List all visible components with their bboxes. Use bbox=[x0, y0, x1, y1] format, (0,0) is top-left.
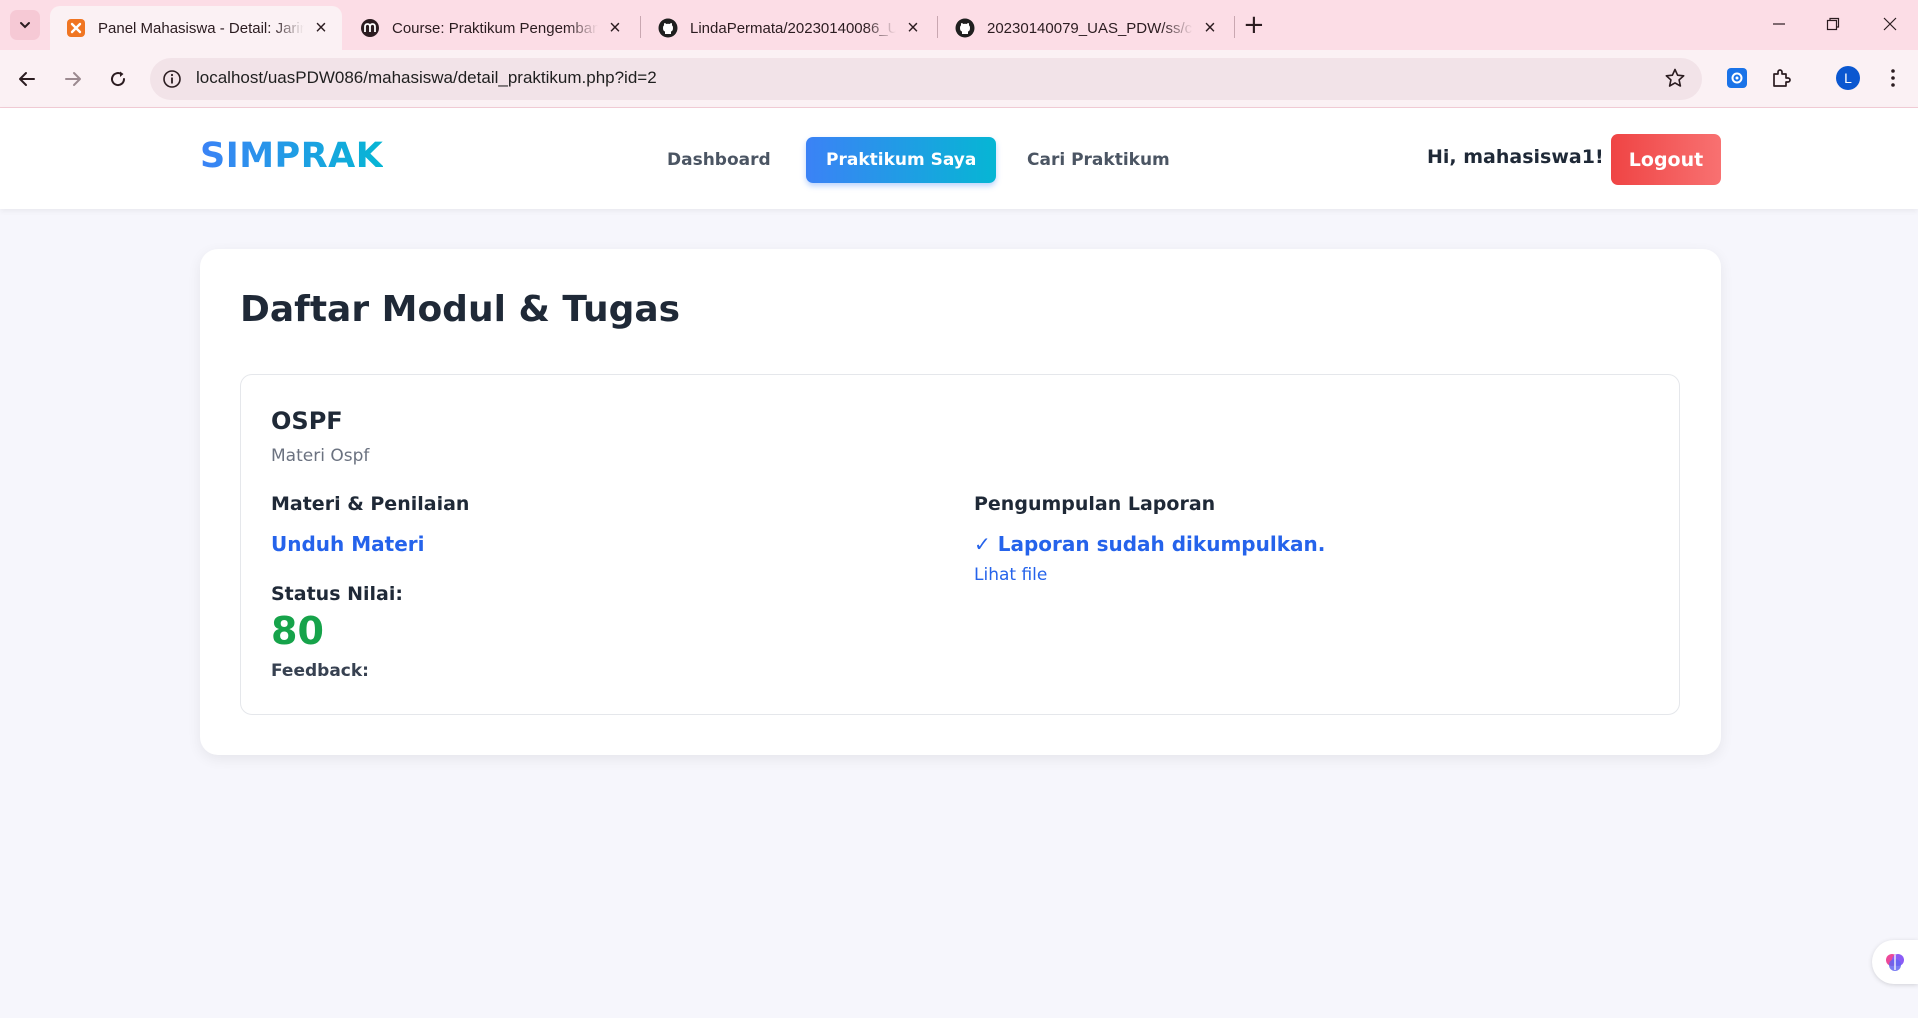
browser-toolbar: localhost/uasPDW086/mahasiswa/detail_pra… bbox=[0, 50, 1918, 108]
arrow-right-icon bbox=[65, 72, 81, 86]
more-vertical-icon bbox=[1891, 69, 1895, 87]
github-icon bbox=[658, 18, 678, 38]
profile-avatar[interactable]: L bbox=[1833, 63, 1863, 93]
status-nilai-label: Status Nilai: bbox=[271, 583, 403, 605]
materi-heading: Materi & Penilaian bbox=[271, 493, 470, 515]
github-icon bbox=[955, 18, 975, 38]
nav-dashboard[interactable]: Dashboard bbox=[647, 137, 791, 183]
close-icon[interactable]: × bbox=[606, 18, 624, 38]
xampp-icon bbox=[66, 18, 86, 38]
back-button[interactable] bbox=[10, 62, 44, 96]
module-description: Materi Ospf bbox=[271, 446, 370, 466]
extension-gear-icon bbox=[1727, 68, 1747, 88]
tab-title: Course: Praktikum Pengembangan bbox=[392, 19, 598, 37]
puzzle-icon bbox=[1773, 69, 1791, 87]
nav-cari-praktikum[interactable]: Cari Praktikum bbox=[1007, 137, 1190, 183]
address-bar[interactable]: localhost/uasPDW086/mahasiswa/detail_pra… bbox=[150, 58, 1702, 100]
grade-value: 80 bbox=[271, 609, 324, 653]
restore-button[interactable] bbox=[1817, 10, 1849, 38]
report-submitted-status: ✓ Laporan sudah dikumpulkan. bbox=[974, 532, 1326, 556]
report-heading: Pengumpulan Laporan bbox=[974, 493, 1216, 515]
page-title: Daftar Modul & Tugas bbox=[240, 289, 681, 330]
close-window-button[interactable] bbox=[1874, 10, 1906, 38]
reload-icon bbox=[111, 71, 126, 87]
url-text[interactable]: localhost/uasPDW086/mahasiswa/detail_pra… bbox=[196, 68, 657, 88]
tab-title: LindaPermata/20230140086_UAS bbox=[690, 19, 896, 37]
module-list-card: Daftar Modul & Tugas OSPF Materi Ospf Ma… bbox=[200, 249, 1721, 755]
browser-tab-strip: Panel Mahasiswa - Detail: Jaringan × Cou… bbox=[0, 0, 1918, 50]
module-item: OSPF Materi Ospf Materi & Penilaian Undu… bbox=[240, 374, 1680, 715]
extension-button[interactable] bbox=[1722, 63, 1752, 93]
extensions-button[interactable] bbox=[1766, 63, 1796, 93]
browser-tab-active[interactable]: Panel Mahasiswa - Detail: Jaringan × bbox=[50, 6, 342, 50]
reload-button[interactable] bbox=[101, 62, 135, 96]
arrow-left-icon bbox=[19, 72, 35, 86]
browser-tab[interactable]: LindaPermata/20230140086_UAS × bbox=[642, 6, 934, 50]
tab-search-button[interactable] bbox=[10, 10, 40, 40]
minimize-icon bbox=[1773, 23, 1785, 25]
brain-icon bbox=[1886, 954, 1904, 971]
site-header: SIMPRAK Dashboard Praktikum Saya Cari Pr… bbox=[0, 108, 1918, 209]
tab-separator bbox=[1234, 16, 1235, 38]
close-icon bbox=[1883, 17, 1897, 31]
download-materi-link[interactable]: Unduh Materi bbox=[271, 532, 424, 556]
site-logo[interactable]: SIMPRAK bbox=[200, 136, 383, 176]
close-icon[interactable]: × bbox=[1201, 18, 1219, 38]
chevron-down-icon bbox=[20, 22, 30, 29]
profile-initial: L bbox=[1844, 70, 1852, 86]
close-icon[interactable]: × bbox=[312, 18, 330, 38]
minimize-button[interactable] bbox=[1763, 10, 1795, 38]
browser-menu-button[interactable] bbox=[1878, 63, 1908, 93]
user-greeting: Hi, mahasiswa1! bbox=[1427, 146, 1604, 168]
restore-icon bbox=[1826, 17, 1840, 31]
browser-tab[interactable]: 20230140079_UAS_PDW/ss/car × bbox=[939, 6, 1231, 50]
close-icon[interactable]: × bbox=[904, 18, 922, 38]
logout-button[interactable]: Logout bbox=[1611, 134, 1721, 185]
nav-praktikum-saya[interactable]: Praktikum Saya bbox=[806, 137, 997, 183]
tab-title: Panel Mahasiswa - Detail: Jaringan bbox=[98, 19, 304, 37]
new-tab-button[interactable]: + bbox=[1243, 12, 1265, 38]
tab-separator bbox=[640, 16, 641, 38]
browser-tab[interactable]: Course: Praktikum Pengembangan × bbox=[344, 6, 636, 50]
view-file-link[interactable]: Lihat file bbox=[974, 565, 1047, 585]
forward-button[interactable] bbox=[56, 62, 90, 96]
tab-title: 20230140079_UAS_PDW/ss/car bbox=[987, 19, 1193, 37]
feedback-label: Feedback: bbox=[271, 661, 369, 681]
info-icon[interactable] bbox=[162, 69, 182, 93]
module-name: OSPF bbox=[271, 407, 343, 435]
floating-assistant-button[interactable] bbox=[1872, 940, 1918, 984]
moodle-icon bbox=[360, 18, 380, 38]
bookmark-star-icon[interactable] bbox=[1664, 67, 1686, 93]
tab-separator bbox=[937, 16, 938, 38]
